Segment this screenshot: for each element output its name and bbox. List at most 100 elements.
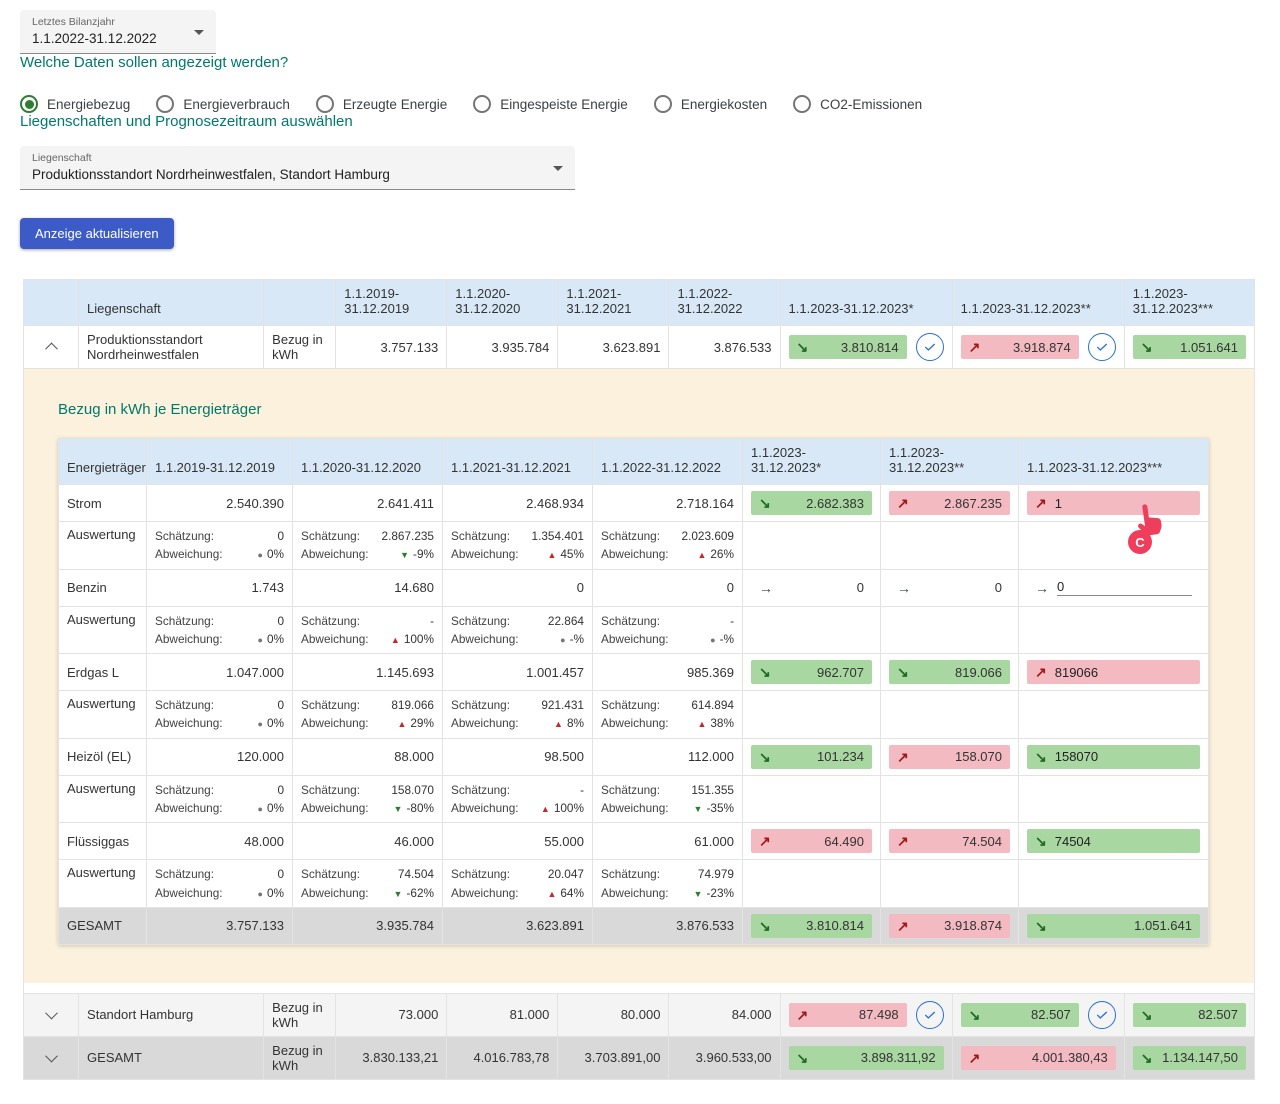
trend-down-icon: ↘ [759, 665, 771, 679]
energietraeger-name: Heizöl (EL) [59, 738, 147, 775]
radio-energiekosten[interactable]: Energiekosten [654, 95, 767, 113]
auswertung-row: Auswertung Schätzung:0 Abweichung:●0% Sc… [59, 775, 1209, 823]
expand-row-button[interactable] [41, 1047, 62, 1068]
triangle-down-icon: ▼ [694, 889, 703, 899]
trend-pill: ↗ 2.867.235 [889, 491, 1010, 515]
approve-check-button[interactable] [916, 333, 944, 361]
forecast-cell: ↗ 74.504 [881, 823, 1019, 860]
trend-pill: ↘ 3.810.814 [751, 914, 872, 938]
value-cell: 2.468.934 [443, 485, 593, 522]
expand-row-button[interactable] [41, 1004, 62, 1025]
radio-erzeugte-energie[interactable]: Erzeugte Energie [316, 95, 447, 113]
forecast-input[interactable] [1055, 749, 1192, 764]
forecast-input[interactable] [1055, 496, 1192, 511]
forecast-cell: ↘ 1.051.641 [1019, 907, 1209, 944]
trend-pill: ↘ 82.507 [1133, 1003, 1246, 1027]
trend-pill: ↘ 819.066 [889, 660, 1010, 684]
year-column-header: 1.1.2022-31.12.2022 [669, 280, 780, 326]
dot-icon: ● [710, 635, 715, 645]
value-cell: 112.000 [593, 738, 743, 775]
value-cell: 3.960.533,00 [669, 1036, 780, 1079]
value-cell: 1.743 [147, 569, 293, 606]
table-row: Erdgas L 1.047.000 1.145.693 1.001.457 9… [59, 654, 1209, 691]
dot-icon: ● [258, 804, 263, 814]
radio-eingespeiste-energie[interactable]: Eingespeiste Energie [473, 95, 628, 113]
trend-pill: ↘ 1.051.641 [1133, 335, 1246, 359]
forecast-cell: ↗ 3.918.874 [952, 326, 1124, 369]
radio-energiebezug[interactable]: Energiebezug [20, 95, 130, 113]
trend-pill: ↘ [1027, 745, 1200, 769]
forecast-edit-cell: ↗ [1019, 654, 1209, 691]
year-column-header: 1.1.2019-31.12.2019 [147, 439, 293, 485]
value-cell: 3.935.784 [447, 326, 558, 369]
approve-check-button[interactable] [1088, 333, 1116, 361]
trend-pill: ↗ 87.498 [789, 1003, 907, 1027]
auswertung-cell: Schätzung:2.867.235 Abweichung:▼-9% [293, 522, 443, 570]
trend-down-icon: ↘ [1035, 750, 1047, 764]
table-row: Produktionsstandort Nordrheinwestfalen B… [24, 326, 1255, 369]
unit-column-header [264, 280, 336, 326]
table-row: Benzin 1.743 14.680 0 0 → 0 [59, 569, 1209, 606]
check-icon [1094, 1007, 1110, 1023]
trend-pill: ↘ 101.234 [751, 745, 872, 769]
liegenschaft-select[interactable]: Liegenschaft Produktionsstandort Nordrhe… [20, 146, 575, 190]
liegenschaft-name: Produktionsstandort Nordrheinwestfalen [79, 326, 264, 369]
dot-icon: ● [258, 550, 263, 560]
trend-down-icon: ↘ [897, 665, 909, 679]
value-cell: 0 [593, 569, 743, 606]
update-view-button[interactable]: Anzeige aktualisieren [20, 218, 174, 249]
collapse-row-button[interactable] [41, 337, 62, 358]
chevron-up-icon [45, 342, 58, 355]
unit-label: Bezug in kWh [264, 993, 336, 1036]
trend-up-icon: ↗ [797, 1008, 809, 1022]
radio-co2-emissionen[interactable]: CO2-Emissionen [793, 95, 922, 113]
value-cell: 120.000 [147, 738, 293, 775]
value-cell: 3.757.133 [336, 326, 447, 369]
value-cell: 3.876.533 [593, 907, 743, 944]
dot-icon: ● [258, 635, 263, 645]
forecast-input[interactable] [1057, 579, 1192, 596]
auswertung-cell: Schätzung:- Abweichung:▲100% [293, 606, 443, 654]
radio-energieverbrauch[interactable]: Energieverbrauch [156, 95, 290, 113]
data-question-title: Welche Daten sollen angezeigt werden? [20, 54, 1260, 71]
forecast-cell: → 0 [743, 569, 881, 606]
approve-check-button[interactable] [916, 1001, 944, 1029]
header-row: Energieträger 1.1.2019-31.12.2019 1.1.20… [59, 439, 1209, 485]
forecast-cell: ↘ 819.066 [881, 654, 1019, 691]
forecast1-column-header: 1.1.2023-31.12.2023* [780, 280, 952, 326]
approve-check-button[interactable] [1088, 1001, 1116, 1029]
auswertung-cell: Schätzung:74.504 Abweichung:▼-62% [293, 860, 443, 908]
forecast3-column-header: 1.1.2023-31.12.2023*** [1019, 439, 1209, 485]
trend-down-icon: ↘ [759, 750, 771, 764]
value-cell: 80.000 [558, 993, 669, 1036]
chevron-down-icon [45, 1007, 58, 1020]
forecast1-column-header: 1.1.2023-31.12.2023* [743, 439, 881, 485]
trend-down-icon: ↘ [1141, 340, 1153, 354]
bilanzjahr-value: 1.1.2022-31.12.2022 [32, 31, 157, 46]
value-cell: 3.935.784 [293, 907, 443, 944]
forecast-cell: ↘ 2.682.383 [743, 485, 881, 522]
forecast-cell: → 0 [881, 569, 1019, 606]
trend-pill: ↘ 1.051.641 [1027, 914, 1200, 938]
auswertung-row: Auswertung Schätzung:0 Abweichung:●0% Sc… [59, 691, 1209, 739]
radio-unselected-icon [316, 95, 334, 113]
energietraeger-name: Flüssiggas [59, 823, 147, 860]
trend-up-icon: ↗ [897, 834, 909, 848]
trend-pill: ↘ 962.707 [751, 660, 872, 684]
forecast-input[interactable] [1055, 834, 1192, 849]
radio-unselected-icon [654, 95, 672, 113]
energietraeger-table: Energieträger 1.1.2019-31.12.2019 1.1.20… [58, 438, 1209, 945]
trend-down-icon: ↘ [1141, 1008, 1153, 1022]
table-row: Heizöl (EL) 120.000 88.000 98.500 112.00… [59, 738, 1209, 775]
forecast-cell: ↘ 1.051.641 [1124, 326, 1254, 369]
triangle-up-icon: ▲ [554, 719, 563, 729]
auswertung-label: Auswertung [59, 606, 147, 654]
forecast-cell: ↘ 3.810.814 [780, 326, 952, 369]
auswertung-label: Auswertung [59, 775, 147, 823]
forecast-cell: ↗ 87.498 [780, 993, 952, 1036]
value-cell: 3.703.891,00 [558, 1036, 669, 1079]
forecast-input[interactable] [1055, 665, 1192, 680]
value-cell: 1.047.000 [147, 654, 293, 691]
bilanzjahr-select[interactable]: Letztes Bilanzjahr 1.1.2022-31.12.2022 [20, 10, 216, 54]
liegenschaft-section-title: Liegenschaften und Prognosezeitraum ausw… [20, 113, 1260, 130]
